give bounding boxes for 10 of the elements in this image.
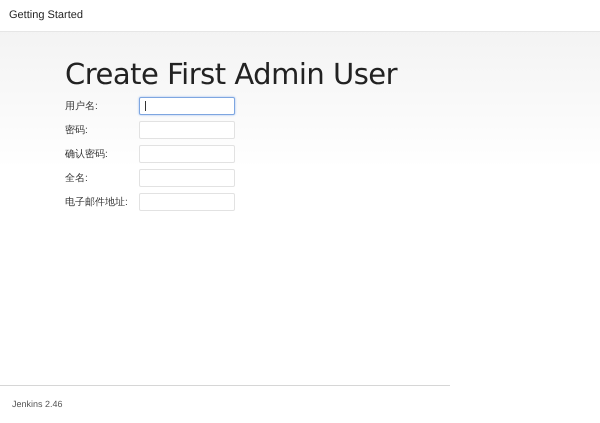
field-label: 用户名: [65, 100, 99, 114]
field-label: 全名: [65, 172, 89, 186]
page-heading: Create First Admin User [65, 56, 398, 92]
text-cursor [145, 101, 146, 111]
field-label: 密码: [65, 124, 89, 138]
field-label: 电子邮件地址: [65, 196, 129, 210]
field-label: 确认密码: [65, 148, 109, 162]
version-text: Jenkins 2.46 [12, 398, 63, 411]
input-field[interactable] [139, 97, 235, 115]
header-title: Getting Started [9, 8, 83, 24]
